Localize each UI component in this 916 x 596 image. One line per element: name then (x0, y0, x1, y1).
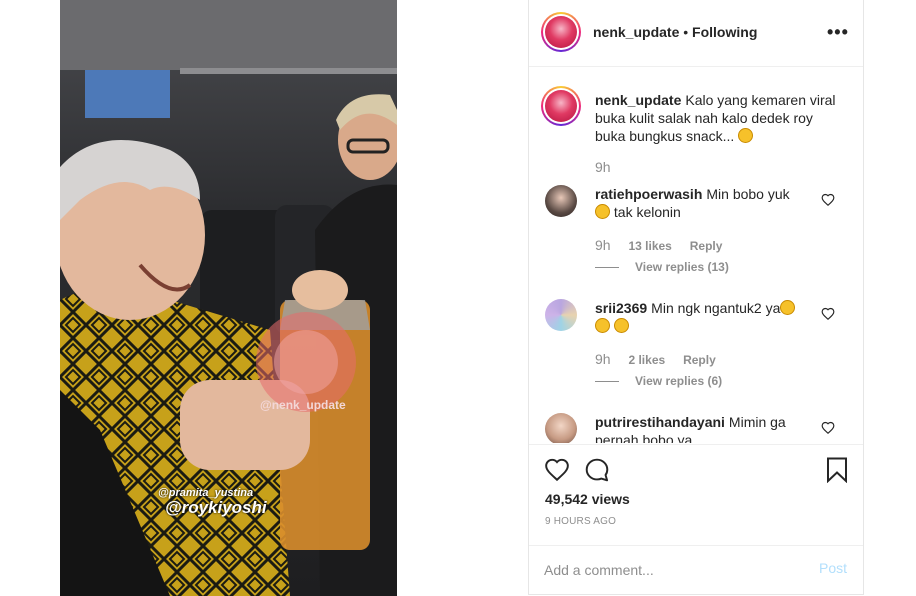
comment-text-block: ratiehpoerwasih Min bobo yuk tak kelonin (595, 185, 817, 221)
view-replies-label: View replies (13) (635, 260, 729, 274)
post-panel: nenk_update • Following ••• nenk_update K… (528, 0, 864, 595)
post-actions: 49,542 views 9 HOURS AGO (529, 444, 863, 545)
heart-icon[interactable] (821, 193, 835, 207)
author-line: nenk_update • Following (593, 24, 757, 40)
commenter-avatar[interactable] (545, 413, 577, 443)
comment-likes[interactable]: 2 likes (628, 353, 665, 367)
comment-username[interactable]: srii2369 (595, 300, 647, 316)
thinking-face-icon (613, 318, 629, 333)
replies-line (595, 381, 619, 383)
thinking-face-icon (595, 318, 610, 333)
comment-likes[interactable]: 13 likes (628, 239, 671, 253)
bookmark-icon[interactable] (825, 457, 849, 483)
comment-text-block: srii2369 Min ngk ngantuk2 ya (595, 299, 817, 335)
video-credit-large: @roykiyoshi (165, 498, 267, 517)
video-watermark: @nenk_update (260, 398, 346, 412)
author-username[interactable]: nenk_update (593, 24, 679, 40)
separator-dot: • (683, 24, 693, 40)
thinking-face-icon (780, 300, 796, 315)
replies-line (595, 267, 619, 269)
commenter-avatar[interactable] (545, 299, 577, 331)
reply-button[interactable]: Reply (683, 353, 716, 367)
comment-text-continued: tak kelonin (613, 204, 681, 220)
post-video[interactable]: @nenk_update @pramita_yustina @roykiyosh… (60, 0, 397, 596)
post-header: nenk_update • Following ••• (529, 0, 863, 67)
comment-username[interactable]: putrirestihandayani (595, 414, 725, 430)
comment-meta: 9h 2 likes Reply (595, 351, 730, 367)
more-options-icon[interactable]: ••• (827, 22, 849, 43)
comment-time: 9h (595, 351, 611, 367)
comment-text: Min ngk ngantuk2 ya (651, 300, 781, 316)
comment-meta: 9h 13 likes Reply (595, 237, 736, 253)
reply-button[interactable]: Reply (690, 239, 723, 253)
view-replies-label: View replies (6) (635, 374, 723, 388)
comment-bubble-icon[interactable] (583, 457, 611, 483)
follow-status[interactable]: Following (692, 24, 757, 40)
caption-username[interactable]: nenk_update (595, 92, 681, 108)
view-replies-button[interactable]: View replies (6) (595, 374, 722, 388)
comment-time: 9h (595, 237, 611, 253)
view-replies-button[interactable]: View replies (13) (595, 260, 729, 274)
commenter-avatar[interactable] (545, 185, 577, 217)
comment-username[interactable]: ratiehpoerwasih (595, 186, 702, 202)
heart-icon[interactable] (821, 307, 835, 321)
post-comment-button[interactable]: Post (819, 560, 847, 576)
comments-list[interactable]: nenk_update Kalo yang kemaren viral buka … (529, 67, 863, 443)
heart-icon[interactable] (821, 421, 835, 435)
add-comment-bar: Post (529, 545, 863, 595)
grinning-face-icon (738, 128, 754, 143)
view-count[interactable]: 49,542 views (545, 491, 630, 507)
like-heart-icon[interactable] (543, 457, 571, 483)
comment-text: Min bobo yuk (706, 186, 790, 202)
caption-time: 9h (595, 159, 611, 175)
post-timestamp[interactable]: 9 HOURS AGO (545, 516, 616, 527)
caption-text-block: nenk_update Kalo yang kemaren viral buka … (595, 91, 841, 145)
comment-text-block: putrirestihandayani Mimin ga pernah bobo … (595, 413, 817, 443)
author-avatar[interactable] (541, 12, 581, 52)
add-comment-input[interactable] (544, 560, 804, 580)
laughing-face-icon (595, 204, 610, 219)
caption-avatar[interactable] (541, 86, 581, 126)
